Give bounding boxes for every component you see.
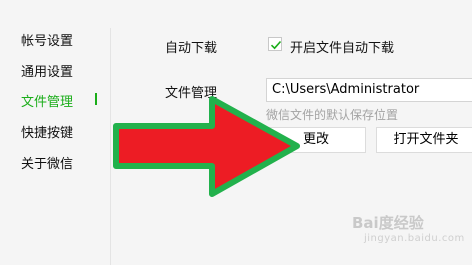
watermark-url: jingyan.baidu.com xyxy=(364,233,465,244)
watermark-text: Bai度经验 xyxy=(352,214,424,232)
baidu-watermark-logo: Bai度经验 xyxy=(352,212,424,233)
